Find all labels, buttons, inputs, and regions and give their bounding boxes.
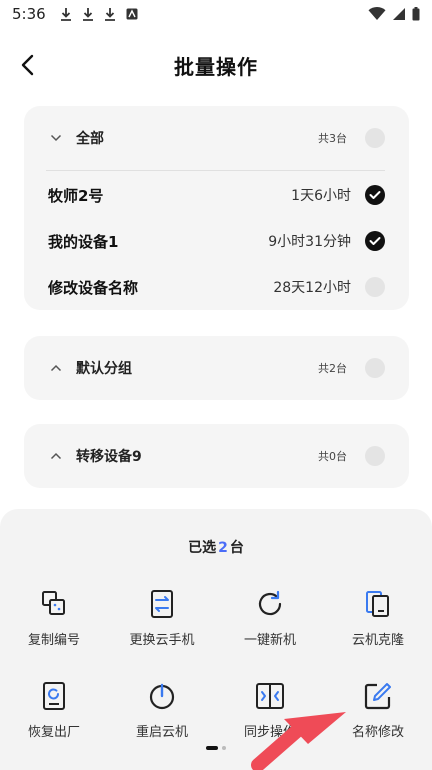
group-count: 共0台: [318, 450, 347, 463]
action-label: 同步操作: [243, 725, 296, 740]
group-name: 转移设备9: [76, 449, 142, 465]
action-factory-reset[interactable]: 恢复出厂: [0, 681, 108, 751]
battery-icon: [412, 7, 420, 21]
group-header-transfer[interactable]: 转移设备9 共0台: [24, 424, 409, 488]
page-dot: [222, 746, 226, 750]
device-row[interactable]: 牧师2号 1天6小时: [24, 172, 409, 218]
page-indicator: [0, 746, 432, 750]
device-checkbox-checked[interactable]: [365, 185, 385, 205]
group-card-all: 全部 共3台 牧师2号 1天6小时 我的设备1 9小时31分钟 修改设备名称 2…: [24, 106, 409, 310]
signal-icon: [393, 8, 405, 20]
action-label: 云机克隆: [351, 633, 404, 648]
refresh-icon: [258, 590, 282, 616]
action-swap-phone[interactable]: 更换云手机: [108, 589, 216, 659]
group-name: 默认分组: [76, 361, 132, 377]
download-icon: [60, 8, 71, 21]
action-one-click-new[interactable]: 一键新机: [216, 589, 324, 659]
device-remaining-time: 28天12小时: [273, 280, 351, 296]
header: 批量操作: [0, 40, 432, 90]
page-dot-active: [206, 746, 218, 750]
device-checkbox[interactable]: [365, 277, 385, 297]
notification-icons: [60, 7, 138, 21]
chevron-up-icon: [50, 362, 62, 374]
action-clone[interactable]: 云机克隆: [324, 589, 432, 659]
chevron-down-icon: [50, 132, 62, 144]
action-label: 恢复出厂: [27, 725, 80, 740]
action-rename[interactable]: 名称修改: [324, 681, 432, 751]
batch-action-sheet: 已选 2 台 复制编号 更换云手机 一键新机 云机克隆 恢复出厂 重启云机 同步…: [0, 509, 432, 770]
check-icon: [369, 191, 381, 199]
action-label: 更换云手机: [129, 633, 195, 648]
action-label: 一键新机: [243, 633, 296, 648]
group-count: 共3台: [318, 132, 347, 145]
group-count: 共2台: [318, 362, 347, 375]
system-icons: [368, 7, 420, 21]
wifi-icon: [368, 7, 386, 20]
sync-icon: [256, 683, 284, 709]
app-notification-icon: [126, 8, 138, 20]
power-icon: [149, 683, 175, 710]
group-select-checkbox[interactable]: [365, 128, 385, 148]
action-label: 复制编号: [27, 633, 80, 648]
chevron-left-icon: [21, 54, 34, 76]
action-sync[interactable]: 同步操作: [216, 681, 324, 751]
factory-reset-icon: [43, 682, 65, 710]
selected-count: 2: [218, 540, 228, 556]
device-remaining-time: 9小时31分钟: [268, 234, 351, 250]
action-copy-id[interactable]: 复制编号: [0, 589, 108, 659]
swap-phone-icon: [151, 590, 173, 618]
device-name: 修改设备名称: [48, 278, 139, 297]
device-name: 牧师2号: [48, 186, 104, 205]
device-row[interactable]: 我的设备1 9小时31分钟: [24, 218, 409, 264]
download-icon: [104, 8, 115, 21]
check-icon: [369, 237, 381, 245]
action-label: 重启云机: [135, 725, 188, 740]
edit-name-icon: [364, 683, 391, 710]
group-card-default: 默认分组 共2台: [24, 336, 409, 400]
clone-icon: [366, 591, 389, 617]
copy-id-icon: [42, 591, 65, 615]
group-header-default[interactable]: 默认分组 共2台: [24, 336, 409, 400]
device-checkbox-checked[interactable]: [365, 231, 385, 251]
selected-suffix: 台: [229, 540, 244, 556]
group-select-checkbox[interactable]: [365, 446, 385, 466]
status-bar: 5:36: [0, 0, 432, 28]
divider: [46, 170, 385, 171]
group-select-checkbox[interactable]: [365, 358, 385, 378]
group-header-all[interactable]: 全部 共3台: [24, 106, 409, 170]
action-restart[interactable]: 重启云机: [108, 681, 216, 751]
back-button[interactable]: [14, 52, 40, 78]
selected-prefix: 已选: [188, 540, 217, 556]
download-icon: [82, 8, 93, 21]
selected-count-summary: 已选 2 台: [0, 537, 432, 557]
chevron-up-icon: [50, 450, 62, 462]
device-name: 我的设备1: [48, 232, 119, 251]
group-card-transfer: 转移设备9 共0台: [24, 424, 409, 488]
status-time: 5:36: [12, 5, 46, 23]
page-title: 批量操作: [174, 54, 258, 79]
group-name: 全部: [76, 131, 104, 147]
device-row[interactable]: 修改设备名称 28天12小时: [24, 264, 409, 310]
action-label: 名称修改: [351, 725, 404, 740]
device-remaining-time: 1天6小时: [291, 188, 351, 204]
